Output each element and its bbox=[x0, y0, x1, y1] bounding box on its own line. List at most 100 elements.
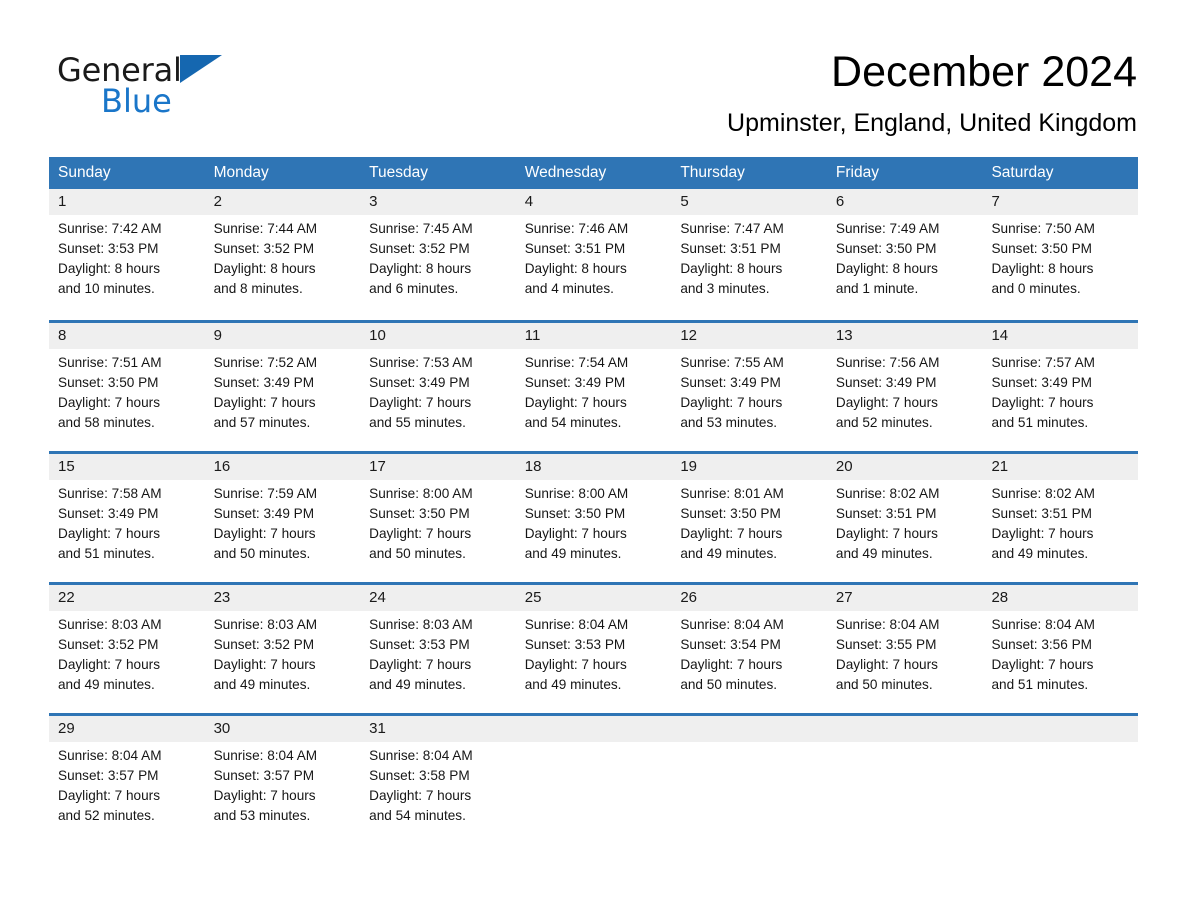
calendar-week-row: 1 Sunrise: 7:42 AM Sunset: 3:53 PM Daylig… bbox=[49, 189, 1138, 311]
day-cell[interactable]: 8 Sunrise: 7:51 AM Sunset: 3:50 PM Daylig… bbox=[49, 323, 205, 442]
day-cell[interactable]: 26 Sunrise: 8:04 AM Sunset: 3:54 PM Dayli… bbox=[671, 585, 827, 704]
day-number: 5 bbox=[680, 193, 689, 210]
day-sun-info: Sunrise: 7:50 AM Sunset: 3:50 PM Dayligh… bbox=[991, 221, 1095, 296]
day-number: 25 bbox=[524, 589, 542, 606]
day-sun-info: Sunrise: 7:49 AM Sunset: 3:50 PM Dayligh… bbox=[835, 221, 940, 296]
day-sun-info: Sunrise: 7:45 AM Sunset: 3:52 PM Dayligh… bbox=[369, 221, 473, 296]
weekday-header-wednesday: Wednesday bbox=[524, 164, 607, 181]
day-cell[interactable]: 17 Sunrise: 8:00 AM Sunset: 3:50 PM Dayli… bbox=[360, 454, 516, 573]
day-cell[interactable]: 30 Sunrise: 8:04 AM Sunset: 3:57 PM Dayli… bbox=[205, 716, 361, 835]
day-cell[interactable]: 12 Sunrise: 7:55 AM Sunset: 3:49 PM Dayli… bbox=[671, 323, 827, 442]
day-number: 7 bbox=[991, 193, 1000, 210]
day-number: 23 bbox=[213, 589, 231, 606]
page-subtitle: Upminster, England, United Kingdom bbox=[727, 109, 1137, 137]
page-title: December 2024 bbox=[831, 48, 1137, 96]
weekday-header-friday: Friday bbox=[835, 164, 879, 181]
day-number: 15 bbox=[58, 458, 75, 475]
day-sun-info: Sunrise: 8:03 AM Sunset: 3:52 PM Dayligh… bbox=[213, 617, 318, 692]
calendar-week-row: 22 Sunrise: 8:03 AM Sunset: 3:52 PM Dayli… bbox=[49, 582, 1138, 704]
logo-text-general: General bbox=[57, 51, 182, 89]
day-cell[interactable]: 24 Sunrise: 8:03 AM Sunset: 3:53 PM Dayli… bbox=[360, 585, 516, 704]
day-cell[interactable]: 31 Sunrise: 8:04 AM Sunset: 3:58 PM Dayli… bbox=[360, 716, 516, 835]
day-cell[interactable]: 28 Sunrise: 8:04 AM Sunset: 3:56 PM Dayli… bbox=[982, 585, 1138, 704]
generalblue-logo[interactable]: General Blue bbox=[57, 52, 257, 122]
day-number: 11 bbox=[524, 327, 541, 344]
day-cell[interactable]: 20 Sunrise: 8:02 AM Sunset: 3:51 PM Dayli… bbox=[827, 454, 983, 573]
day-cell[interactable]: 21 Sunrise: 8:02 AM Sunset: 3:51 PM Dayli… bbox=[982, 454, 1138, 573]
day-cell-empty bbox=[982, 716, 1138, 835]
day-cell[interactable]: 27 Sunrise: 8:04 AM Sunset: 3:55 PM Dayli… bbox=[827, 585, 983, 704]
weekday-header-thursday: Thursday bbox=[680, 164, 745, 181]
day-sun-info: Sunrise: 7:57 AM Sunset: 3:49 PM Dayligh… bbox=[991, 355, 1095, 430]
day-sun-info: Sunrise: 8:04 AM Sunset: 3:57 PM Dayligh… bbox=[213, 748, 318, 823]
day-cell[interactable]: 5 Sunrise: 7:47 AM Sunset: 3:51 PM Daylig… bbox=[671, 189, 827, 311]
day-number: 1 bbox=[58, 193, 67, 210]
calendar-weeks: 1 Sunrise: 7:42 AM Sunset: 3:53 PM Daylig… bbox=[49, 189, 1138, 835]
day-cell[interactable]: 13 Sunrise: 7:56 AM Sunset: 3:49 PM Dayli… bbox=[827, 323, 983, 442]
day-cell[interactable]: 11 Sunrise: 7:54 AM Sunset: 3:49 PM Dayli… bbox=[516, 323, 672, 442]
day-cell[interactable]: 15 Sunrise: 7:58 AM Sunset: 3:49 PM Dayli… bbox=[49, 454, 205, 573]
day-cell[interactable]: 9 Sunrise: 7:52 AM Sunset: 3:49 PM Daylig… bbox=[205, 323, 361, 442]
calendar-page: General Blue December 2024 Upminster, En… bbox=[0, 0, 1188, 918]
day-sun-info: Sunrise: 7:47 AM Sunset: 3:51 PM Dayligh… bbox=[680, 221, 784, 296]
day-sun-info: Sunrise: 7:46 AM Sunset: 3:51 PM Dayligh… bbox=[524, 221, 629, 296]
weekday-header-sunday: Sunday bbox=[58, 164, 111, 181]
day-sun-info: Sunrise: 8:04 AM Sunset: 3:53 PM Dayligh… bbox=[524, 617, 629, 692]
day-cell[interactable]: 10 Sunrise: 7:53 AM Sunset: 3:49 PM Dayli… bbox=[360, 323, 516, 442]
day-cell[interactable]: 22 Sunrise: 8:03 AM Sunset: 3:52 PM Dayli… bbox=[49, 585, 205, 704]
day-sun-info: Sunrise: 7:53 AM Sunset: 3:49 PM Dayligh… bbox=[369, 355, 473, 430]
day-sun-info: Sunrise: 7:52 AM Sunset: 3:49 PM Dayligh… bbox=[213, 355, 318, 430]
day-sun-info: Sunrise: 8:04 AM Sunset: 3:54 PM Dayligh… bbox=[680, 617, 784, 692]
day-cell[interactable]: 1 Sunrise: 7:42 AM Sunset: 3:53 PM Daylig… bbox=[49, 189, 205, 311]
day-number: 20 bbox=[835, 458, 853, 475]
day-number: 17 bbox=[369, 458, 386, 475]
day-sun-info: Sunrise: 8:00 AM Sunset: 3:50 PM Dayligh… bbox=[369, 486, 473, 561]
day-sun-info: Sunrise: 8:03 AM Sunset: 3:52 PM Dayligh… bbox=[58, 617, 162, 692]
day-number: 4 bbox=[524, 193, 534, 210]
logo-triangle-icon bbox=[179, 55, 222, 83]
day-cell[interactable]: 3 Sunrise: 7:45 AM Sunset: 3:52 PM Daylig… bbox=[360, 189, 516, 311]
day-number: 10 bbox=[369, 327, 386, 344]
day-cell[interactable]: 6 Sunrise: 7:49 AM Sunset: 3:50 PM Daylig… bbox=[827, 189, 983, 311]
day-number: 27 bbox=[835, 589, 853, 606]
day-cell[interactable]: 25 Sunrise: 8:04 AM Sunset: 3:53 PM Dayli… bbox=[516, 585, 672, 704]
day-number: 28 bbox=[991, 589, 1009, 606]
day-cell[interactable]: 23 Sunrise: 8:03 AM Sunset: 3:52 PM Dayli… bbox=[205, 585, 361, 704]
day-sun-info: Sunrise: 7:54 AM Sunset: 3:49 PM Dayligh… bbox=[524, 355, 629, 430]
day-sun-info: Sunrise: 7:55 AM Sunset: 3:49 PM Dayligh… bbox=[680, 355, 784, 430]
day-sun-info: Sunrise: 7:51 AM Sunset: 3:50 PM Dayligh… bbox=[58, 355, 162, 430]
day-cell[interactable]: 2 Sunrise: 7:44 AM Sunset: 3:52 PM Daylig… bbox=[205, 189, 361, 311]
day-number: 31 bbox=[369, 720, 386, 737]
day-sun-info: Sunrise: 8:04 AM Sunset: 3:55 PM Dayligh… bbox=[835, 617, 940, 692]
day-number: 8 bbox=[58, 327, 67, 344]
day-cell[interactable]: 19 Sunrise: 8:01 AM Sunset: 3:50 PM Dayli… bbox=[671, 454, 827, 573]
calendar-week-row: 15 Sunrise: 7:58 AM Sunset: 3:49 PM Dayli… bbox=[49, 451, 1138, 573]
day-number: 2 bbox=[213, 193, 222, 210]
day-number: 19 bbox=[680, 458, 697, 475]
day-cell[interactable]: 4 Sunrise: 7:46 AM Sunset: 3:51 PM Daylig… bbox=[516, 189, 672, 311]
day-number: 21 bbox=[991, 458, 1009, 475]
day-sun-info: Sunrise: 8:04 AM Sunset: 3:56 PM Dayligh… bbox=[991, 617, 1095, 692]
day-number: 14 bbox=[991, 327, 1009, 344]
day-sun-info: Sunrise: 7:44 AM Sunset: 3:52 PM Dayligh… bbox=[213, 221, 318, 296]
day-number: 24 bbox=[369, 589, 386, 606]
calendar-week-row: 8 Sunrise: 7:51 AM Sunset: 3:50 PM Daylig… bbox=[49, 320, 1138, 442]
calendar-table: Sunday Monday Tuesday Wednesday Thursday Frid… bbox=[49, 157, 1138, 835]
day-sun-info: Sunrise: 8:02 AM Sunset: 3:51 PM Dayligh… bbox=[835, 486, 940, 561]
page-header: General Blue December 2024 Upminster, En… bbox=[0, 0, 1188, 137]
day-cell-empty bbox=[516, 716, 672, 835]
weekday-header-saturday: Saturday bbox=[991, 164, 1054, 181]
day-number: 22 bbox=[58, 589, 75, 606]
day-number: 30 bbox=[213, 720, 231, 737]
day-cell[interactable]: 14 Sunrise: 7:57 AM Sunset: 3:49 PM Dayli… bbox=[982, 323, 1138, 442]
day-sun-info: Sunrise: 7:59 AM Sunset: 3:49 PM Dayligh… bbox=[213, 486, 318, 561]
day-cell[interactable]: 7 Sunrise: 7:50 AM Sunset: 3:50 PM Daylig… bbox=[982, 189, 1138, 311]
day-cell[interactable]: 16 Sunrise: 7:59 AM Sunset: 3:49 PM Dayli… bbox=[205, 454, 361, 573]
day-number: 18 bbox=[524, 458, 542, 475]
day-number: 6 bbox=[835, 193, 845, 210]
day-cell[interactable]: 18 Sunrise: 8:00 AM Sunset: 3:50 PM Dayli… bbox=[516, 454, 672, 573]
weekday-header-monday: Monday bbox=[213, 164, 269, 181]
day-number: 13 bbox=[835, 327, 853, 344]
day-sun-info: Sunrise: 7:58 AM Sunset: 3:49 PM Dayligh… bbox=[58, 486, 162, 561]
day-cell[interactable]: 29 Sunrise: 8:04 AM Sunset: 3:57 PM Dayli… bbox=[49, 716, 205, 835]
